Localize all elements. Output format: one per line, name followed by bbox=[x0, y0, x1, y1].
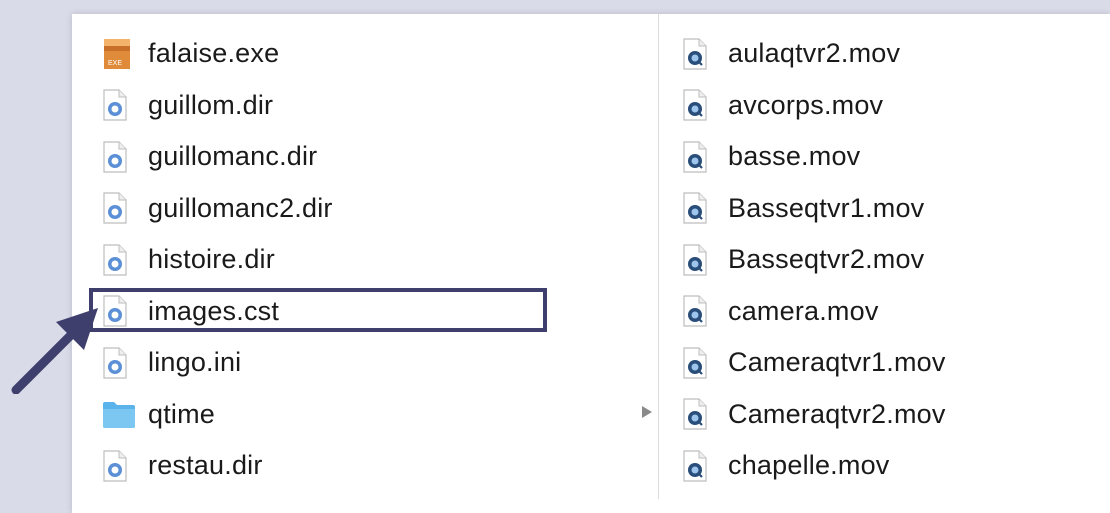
file-item-lingo-ini[interactable]: lingo.ini bbox=[102, 337, 333, 389]
file-name: chapelle.mov bbox=[728, 450, 890, 481]
director-file-icon bbox=[102, 87, 136, 123]
file-name: aulaqtvr2.mov bbox=[728, 38, 901, 69]
file-item-cameraqtvr2-mov[interactable]: Cameraqtvr2.mov bbox=[682, 389, 946, 441]
file-item-restau-dir[interactable]: restau.dir bbox=[102, 440, 333, 492]
file-name: guillom.dir bbox=[148, 89, 274, 120]
quicktime-file-icon bbox=[682, 242, 716, 278]
director-file-icon bbox=[102, 242, 136, 278]
file-item-basseqtvr2-mov[interactable]: Basseqtvr2.mov bbox=[682, 234, 946, 286]
quicktime-file-icon bbox=[682, 293, 716, 329]
folder-name: qtime bbox=[148, 398, 216, 429]
file-item-basseqtvr1-mov[interactable]: Basseqtvr1.mov bbox=[682, 183, 946, 235]
director-file-icon bbox=[102, 345, 136, 381]
file-name: Cameraqtvr2.mov bbox=[728, 398, 946, 429]
file-name: histoire.dir bbox=[148, 244, 275, 275]
file-name: Basseqtvr2.mov bbox=[728, 244, 925, 275]
file-item-images-cst[interactable]: images.cst bbox=[102, 286, 333, 338]
quicktime-file-icon bbox=[682, 87, 716, 123]
file-name: images.cst bbox=[148, 295, 280, 326]
director-file-icon bbox=[102, 293, 136, 329]
file-item-falaise-exe[interactable]: EXE falaise.exe bbox=[102, 28, 333, 80]
pointer-arrow-icon bbox=[11, 308, 98, 394]
column-divider[interactable] bbox=[658, 14, 659, 499]
quicktime-file-icon bbox=[682, 345, 716, 381]
svg-text:EXE: EXE bbox=[108, 60, 122, 67]
file-item-avcorps-mov[interactable]: avcorps.mov bbox=[682, 80, 946, 132]
folder-item-qtime[interactable]: qtime bbox=[102, 389, 333, 441]
file-name: lingo.ini bbox=[148, 347, 242, 378]
file-item-guillomanc-dir[interactable]: guillomanc.dir bbox=[102, 131, 333, 183]
disclosure-triangle-icon[interactable] bbox=[641, 405, 653, 419]
file-item-basse-mov[interactable]: basse.mov bbox=[682, 131, 946, 183]
director-file-icon bbox=[102, 448, 136, 484]
quicktime-file-icon bbox=[682, 396, 716, 432]
file-item-histoire-dir[interactable]: histoire.dir bbox=[102, 234, 333, 286]
file-item-chapelle-mov[interactable]: chapelle.mov bbox=[682, 440, 946, 492]
right-file-column: aulaqtvr2.mov avcorps.mov basse.mov Bass… bbox=[682, 28, 946, 492]
quicktime-file-icon bbox=[682, 190, 716, 226]
file-name: Basseqtvr1.mov bbox=[728, 192, 925, 223]
file-item-cameraqtvr1-mov[interactable]: Cameraqtvr1.mov bbox=[682, 337, 946, 389]
quicktime-file-icon bbox=[682, 448, 716, 484]
exe-icon: EXE bbox=[102, 36, 136, 72]
file-item-camera-mov[interactable]: camera.mov bbox=[682, 286, 946, 338]
director-file-icon bbox=[102, 139, 136, 175]
left-file-column: EXE falaise.exe guillom.dir guillomanc.d… bbox=[102, 28, 333, 492]
folder-icon bbox=[102, 396, 136, 432]
quicktime-file-icon bbox=[682, 36, 716, 72]
file-item-aulaqtvr2-mov[interactable]: aulaqtvr2.mov bbox=[682, 28, 946, 80]
director-file-icon bbox=[102, 190, 136, 226]
quicktime-file-icon bbox=[682, 139, 716, 175]
file-name: guillomanc.dir bbox=[148, 141, 318, 172]
file-name: basse.mov bbox=[728, 141, 861, 172]
file-name: guillomanc2.dir bbox=[148, 192, 333, 223]
file-name: restau.dir bbox=[148, 450, 263, 481]
file-name: avcorps.mov bbox=[728, 89, 884, 120]
file-item-guillom-dir[interactable]: guillom.dir bbox=[102, 80, 333, 132]
file-item-guillomanc2-dir[interactable]: guillomanc2.dir bbox=[102, 183, 333, 235]
file-name: camera.mov bbox=[728, 295, 879, 326]
file-name: Cameraqtvr1.mov bbox=[728, 347, 946, 378]
file-name: falaise.exe bbox=[148, 38, 280, 69]
